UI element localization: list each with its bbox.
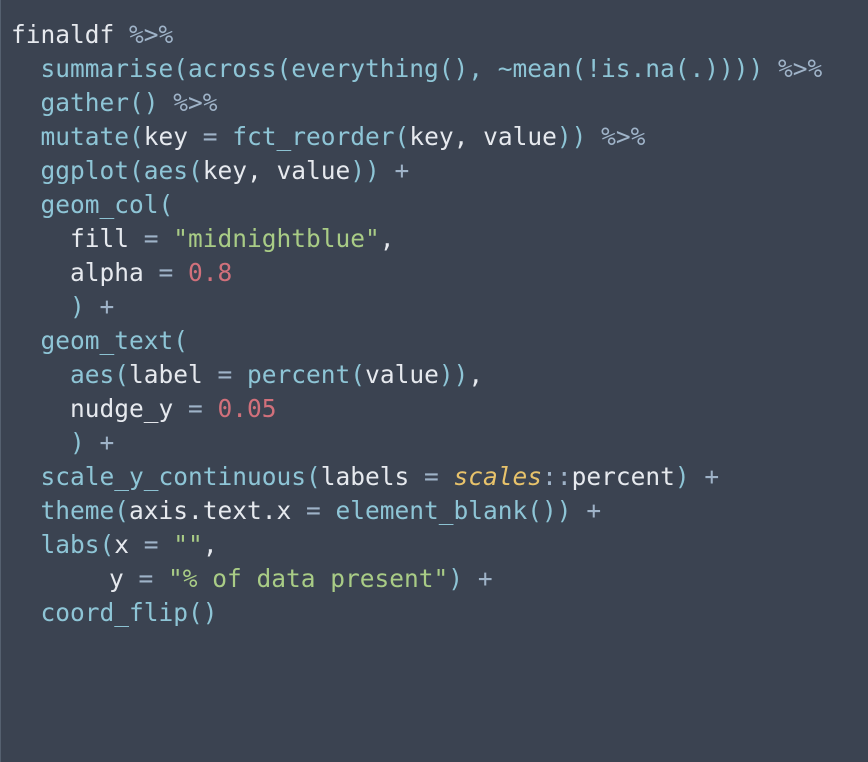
operator-token: = <box>424 462 454 491</box>
function-token: scale_y_continuous( <box>40 462 321 491</box>
operator-token: :: <box>542 462 572 491</box>
function-token: theme( <box>40 496 130 525</box>
operator-token: = <box>306 496 336 525</box>
code-line[interactable]: geom_col( <box>11 188 822 222</box>
code-line[interactable]: ) + <box>11 426 822 460</box>
string-literal: "% of data present" <box>168 564 449 593</box>
function-token: fct_reorder( <box>232 122 410 151</box>
code-text: fill <box>70 224 144 253</box>
function-token: summarise(across(everything(), ~mean(!is… <box>40 54 779 83</box>
code-text: , <box>202 530 218 559</box>
code-line[interactable]: ggplot(aes(key, value)) + <box>11 154 822 188</box>
function-token: )) <box>438 360 469 389</box>
function-token: ) <box>70 292 100 321</box>
code-line[interactable]: mutate(key = fct_reorder(key, value)) %>… <box>11 120 822 154</box>
code-text: , <box>379 224 395 253</box>
function-token: )) <box>556 122 602 151</box>
operator-token: + <box>704 462 720 491</box>
number-literal: 0.05 <box>217 394 277 423</box>
code-line[interactable]: fill = "midnightblue", <box>11 222 822 256</box>
code-text: axis.text.x <box>129 496 307 525</box>
function-token: coord_flip() <box>40 598 218 627</box>
code-line[interactable]: alpha = 0.8 <box>11 256 822 290</box>
function-token: ) <box>448 564 478 593</box>
code-line[interactable]: gather() %>% <box>11 86 822 120</box>
operator-token: %>% <box>173 88 218 117</box>
operator-token: %>% <box>778 54 823 83</box>
function-token: geom_col( <box>40 190 174 219</box>
operator-token: = <box>143 224 174 253</box>
operator-token: + <box>394 156 410 185</box>
code-line[interactable]: nudge_y = 0.05 <box>11 392 822 426</box>
code-line[interactable]: coord_flip() <box>11 596 822 630</box>
function-token: ) <box>70 428 100 457</box>
string-literal: "" <box>173 530 203 559</box>
code-line[interactable]: y = "% of data present") + <box>11 562 822 596</box>
function-token: element_blank()) <box>335 496 587 525</box>
code-line[interactable]: geom_text( <box>11 324 822 358</box>
code-line[interactable]: scale_y_continuous(labels = scales::perc… <box>11 460 822 494</box>
operator-token: = <box>188 394 218 423</box>
code-text: , <box>468 360 484 389</box>
code-line[interactable]: labs(x = "", <box>11 528 822 562</box>
function-token: ) <box>674 462 705 491</box>
operator-token: = <box>143 530 174 559</box>
operator-token: = <box>202 122 233 151</box>
code-text: key <box>143 122 203 151</box>
code-text: value <box>365 360 439 389</box>
code-line[interactable]: ) + <box>11 290 822 324</box>
code-line[interactable]: theme(axis.text.x = element_blank()) + <box>11 494 822 528</box>
code-text: key, value <box>202 156 351 185</box>
string-literal: "midnightblue" <box>173 224 380 253</box>
function-token: mutate( <box>40 122 144 151</box>
code-text: alpha <box>70 258 159 287</box>
operator-token: + <box>586 496 602 525</box>
function-token: aes( <box>70 360 130 389</box>
function-token: geom_text( <box>40 326 189 355</box>
code-line[interactable]: finaldf %>% <box>11 18 822 52</box>
function-token: gather() <box>40 88 174 117</box>
code-text: finaldf <box>11 20 130 49</box>
namespace-token: scales <box>453 462 543 491</box>
operator-token: = <box>217 360 248 389</box>
code-text: percent <box>571 462 675 491</box>
code-block[interactable]: finaldf %>% summarise(across(everything()… <box>11 18 822 630</box>
code-line[interactable]: summarise(across(everything(), ~mean(!is… <box>11 52 823 86</box>
code-line[interactable]: aes(label = percent(value)), <box>11 358 822 392</box>
operator-token: + <box>477 564 493 593</box>
code-text: y <box>109 564 139 593</box>
operator-token: %>% <box>129 20 174 49</box>
code-text: key, value <box>409 122 557 151</box>
code-text: labels <box>320 462 425 491</box>
code-text: nudge_y <box>70 394 189 423</box>
number-literal: 0.8 <box>188 258 233 287</box>
function-token: )) <box>350 156 395 185</box>
code-editor[interactable]: finaldf %>% summarise(across(everything()… <box>0 0 868 762</box>
operator-token: + <box>99 428 115 457</box>
function-token: labs( <box>40 530 115 559</box>
operator-token: + <box>99 292 115 321</box>
code-text: x <box>114 530 144 559</box>
operator-token: = <box>138 564 169 593</box>
function-token: ggplot(aes( <box>40 156 203 185</box>
function-token: percent( <box>247 360 366 389</box>
operator-token: %>% <box>601 122 646 151</box>
operator-token: = <box>158 258 189 287</box>
code-text: label <box>129 360 218 389</box>
